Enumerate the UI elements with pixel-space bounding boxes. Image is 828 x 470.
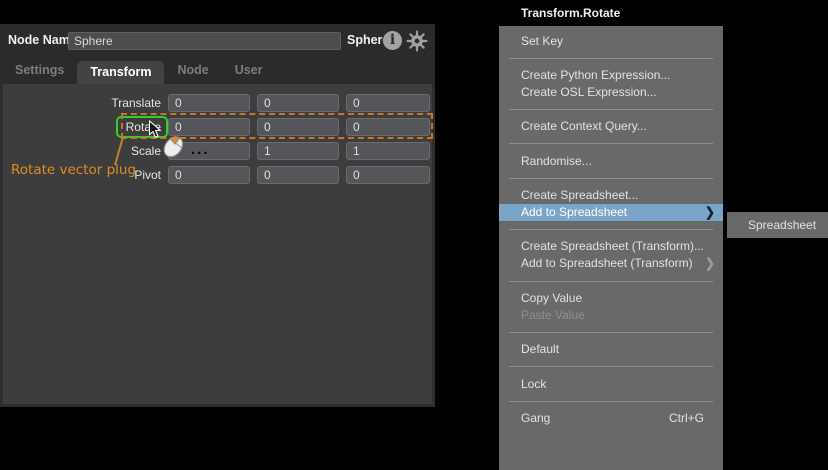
param-field-rotate-0[interactable]: 0 — [168, 118, 250, 136]
menu-item-gang[interactable]: GangCtrl+G — [499, 410, 723, 427]
param-field-scale-0[interactable]: ... — [168, 142, 250, 160]
menu-item-create-python-expression[interactable]: Create Python Expression... — [499, 67, 723, 84]
param-field-pivot-2[interactable]: 0 — [346, 166, 430, 184]
menu-item-add-to-spreadsheet-transform[interactable]: Add to Spreadsheet (Transform)❯ — [499, 255, 723, 272]
tab-user[interactable]: User — [222, 57, 276, 84]
node-name-label: Node Name — [8, 24, 77, 57]
menu-item-create-osl-expression[interactable]: Create OSL Expression... — [499, 84, 723, 101]
menu-item-lock[interactable]: Lock — [499, 376, 723, 393]
menu-item-create-spreadsheet[interactable]: Create Spreadsheet... — [499, 187, 723, 204]
parameter-panel: Node Name Sphere i SettingsTran — [0, 24, 435, 407]
context-menu: Transform.Rotate Set Key Create Python Ex… — [499, 0, 723, 470]
menu-item-copy-value[interactable]: Copy Value — [499, 290, 723, 307]
annotation-text: Rotate vector plug — [11, 162, 136, 178]
submenu-item-spreadsheet[interactable]: Spreadsheet — [748, 212, 828, 238]
param-field-scale-1[interactable]: 1 — [257, 142, 339, 160]
menu-separator — [509, 178, 713, 179]
menu-separator — [509, 281, 713, 282]
submenu-arrow-icon: ❯ — [705, 203, 715, 222]
param-field-translate-0[interactable]: 0 — [168, 94, 250, 112]
param-row-scale: Scale... 11 — [3, 142, 430, 160]
menu-item-set-key[interactable]: Set Key — [499, 33, 723, 50]
tab-transform[interactable]: Transform — [77, 61, 164, 84]
menu-item-create-context-query[interactable]: Create Context Query... — [499, 118, 723, 135]
submenu-arrow-icon: ❯ — [705, 255, 715, 274]
param-field-scale-2[interactable]: 1 — [346, 142, 430, 160]
context-submenu: Spreadsheet — [727, 212, 828, 238]
menu-item-randomise[interactable]: Randomise... — [499, 153, 723, 170]
menu-separator — [509, 143, 713, 144]
menu-item-default[interactable]: Default — [499, 341, 723, 358]
param-row-translate: Translate000 — [3, 94, 430, 112]
param-field-rotate-1[interactable]: 0 — [257, 118, 339, 136]
rotate-label-green-highlight — [116, 116, 168, 138]
menu-separator — [509, 366, 713, 367]
param-label-rotate: Rotate — [3, 118, 165, 136]
menu-item-add-to-spreadsheet[interactable]: Add to Spreadsheet❯ — [499, 204, 723, 221]
menu-separator — [509, 58, 713, 59]
menu-separator — [509, 109, 713, 110]
param-field-pivot-1[interactable]: 0 — [257, 166, 339, 184]
menu-item-create-spreadsheet-transform[interactable]: Create Spreadsheet (Transform)... — [499, 238, 723, 255]
gear-icon[interactable] — [406, 30, 428, 57]
tab-bar: SettingsTransformNodeUser — [0, 57, 435, 84]
param-label-scale: Scale — [3, 142, 165, 160]
param-field-translate-1[interactable]: 0 — [257, 94, 339, 112]
tab-node[interactable]: Node — [164, 57, 221, 84]
menu-shortcut: Ctrl+G — [669, 410, 704, 427]
menu-separator — [509, 229, 713, 230]
menu-separator — [509, 332, 713, 333]
param-row-rotate: Rotate000 — [3, 118, 430, 136]
info-icon[interactable]: i — [383, 31, 402, 50]
menu-separator — [509, 401, 713, 402]
context-menu-title: Transform.Rotate — [499, 0, 723, 26]
node-name-input[interactable] — [68, 32, 341, 50]
param-field-translate-2[interactable]: 0 — [346, 94, 430, 112]
tab-settings[interactable]: Settings — [2, 57, 77, 84]
param-label-translate: Translate — [3, 94, 165, 112]
panel-header: Node Name Sphere i — [0, 24, 435, 57]
menu-item-paste-value: Paste Value — [499, 307, 723, 324]
transform-parameters: Translate000Rotate000Scale...11Pivot000 … — [0, 84, 435, 407]
param-field-rotate-2[interactable]: 0 — [346, 118, 430, 136]
param-field-pivot-0[interactable]: 0 — [168, 166, 250, 184]
